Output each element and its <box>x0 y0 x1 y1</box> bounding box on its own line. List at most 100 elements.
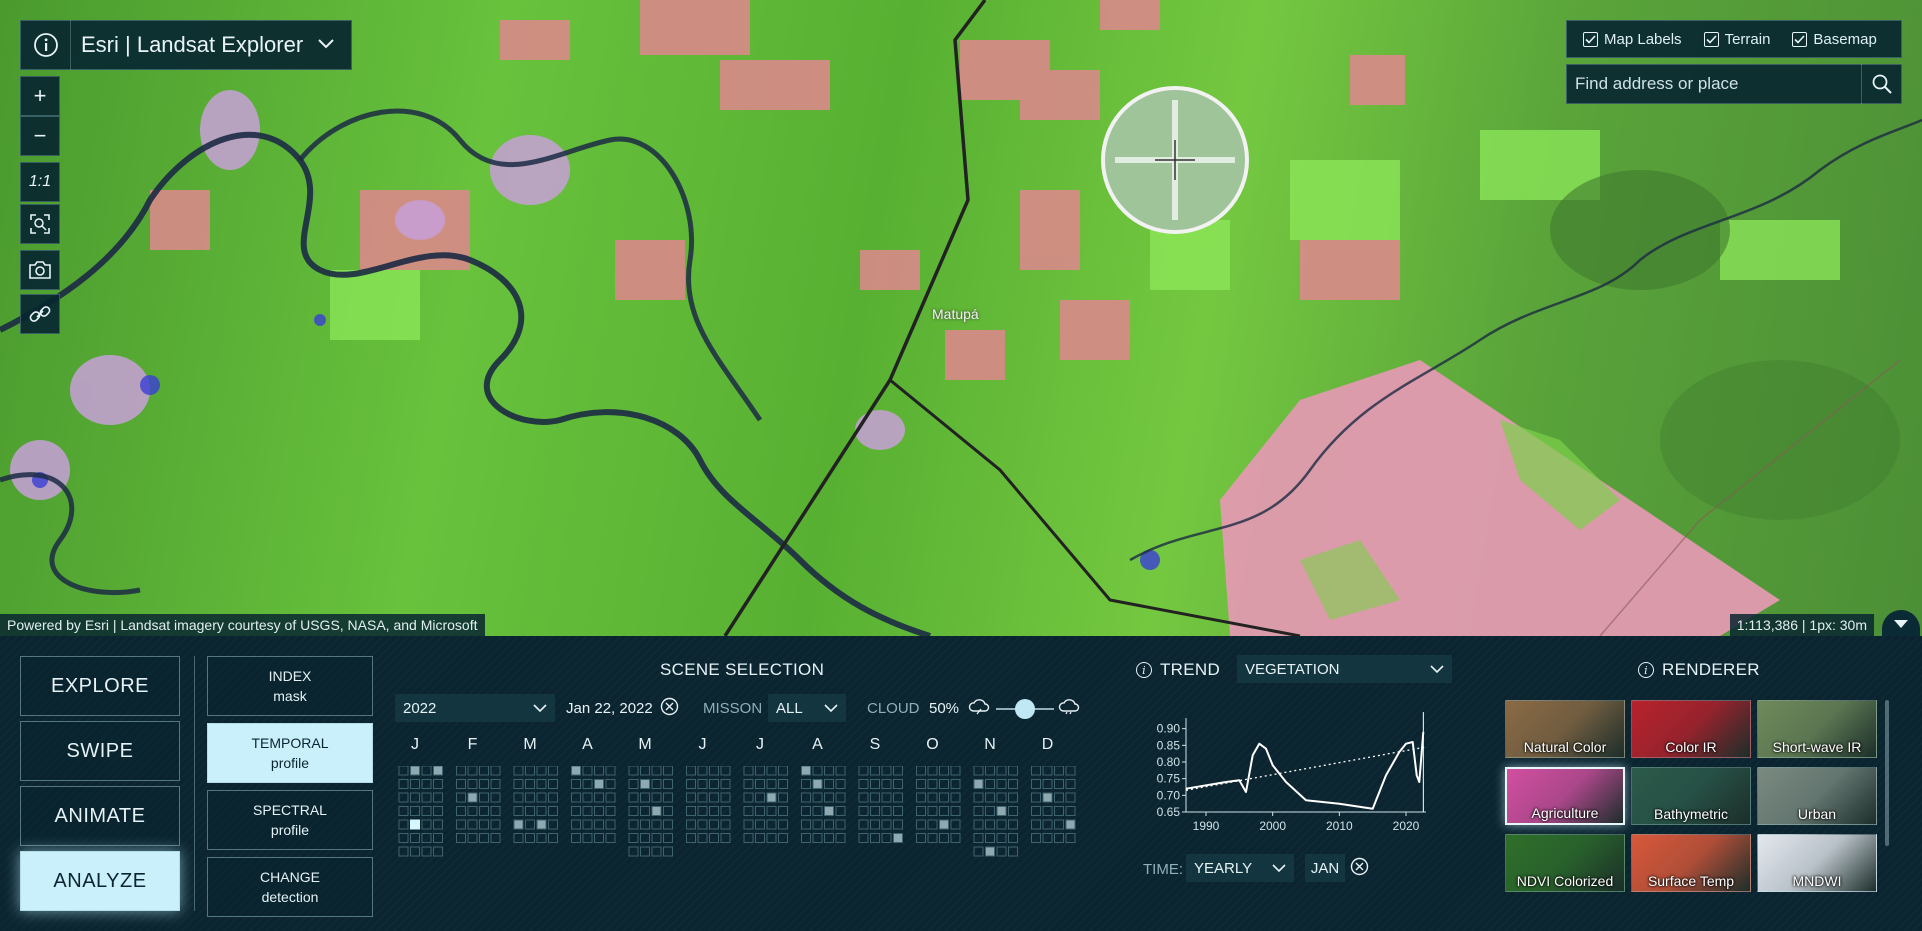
calendar-cell[interactable] <box>778 779 788 789</box>
calendar-cell[interactable] <box>571 833 581 843</box>
calendar-cell[interactable] <box>525 792 535 803</box>
calendar-cell[interactable] <box>1031 792 1041 803</box>
calendar-cell[interactable] <box>628 806 639 816</box>
calendar-cell[interactable] <box>870 779 880 789</box>
calendar-cell[interactable] <box>939 833 949 843</box>
calendar-cell[interactable] <box>985 792 995 803</box>
calendar-cell[interactable] <box>490 792 501 803</box>
calendar-cell[interactable] <box>410 833 420 843</box>
calendar-cell[interactable] <box>697 806 708 816</box>
calendar-cell[interactable] <box>755 766 765 776</box>
calendar-cell[interactable] <box>801 792 811 803</box>
calendar-cell[interactable] <box>490 766 501 776</box>
calendar-cell[interactable] <box>513 779 524 789</box>
calendar-cell[interactable] <box>1008 833 1018 843</box>
calendar-cell[interactable] <box>778 766 788 776</box>
calendar-cell[interactable] <box>398 766 409 776</box>
calendar-cell[interactable] <box>686 806 696 816</box>
calendar-cell[interactable] <box>582 819 593 830</box>
calendar-cell[interactable] <box>709 819 719 830</box>
calendar-cell[interactable] <box>1008 792 1018 803</box>
mode-analyze-button[interactable]: ANALYZE <box>20 851 180 911</box>
calendar-cell[interactable] <box>824 819 834 830</box>
calendar-cell[interactable] <box>513 792 524 803</box>
calendar-cell[interactable] <box>1054 792 1064 803</box>
calendar-cell[interactable] <box>686 833 696 843</box>
calendar-cell[interactable] <box>916 833 926 843</box>
renderer-tile-urban[interactable]: Urban <box>1757 767 1877 825</box>
calendar-cell[interactable] <box>433 766 443 776</box>
calendar-cell[interactable] <box>640 792 650 803</box>
calendar-cell[interactable] <box>467 779 478 789</box>
calendar-cell[interactable] <box>548 833 558 843</box>
index-mask-button[interactable]: INDEX mask <box>207 656 373 716</box>
zoom-in-button[interactable]: + <box>20 76 60 116</box>
calendar-cell[interactable] <box>663 792 673 803</box>
calendar-cell[interactable] <box>1065 819 1076 830</box>
calendar-cell[interactable] <box>398 846 409 857</box>
calendar-cell[interactable] <box>755 792 765 803</box>
calendar-cell[interactable] <box>686 766 696 776</box>
calendar-cell[interactable] <box>939 819 949 830</box>
calendar-cell[interactable] <box>916 779 926 789</box>
calendar-cell[interactable] <box>1042 833 1053 843</box>
calendar-cell[interactable] <box>421 792 432 803</box>
calendar-cell[interactable] <box>893 779 903 789</box>
calendar-cell[interactable] <box>812 806 823 816</box>
calendar-cell[interactable] <box>571 819 581 830</box>
calendar-cell[interactable] <box>1031 819 1041 830</box>
cloud-slider-thumb[interactable] <box>1015 699 1035 719</box>
calendar-cell[interactable] <box>927 766 938 776</box>
change-detection-button[interactable]: CHANGE detection <box>207 857 373 917</box>
calendar-cell[interactable] <box>835 792 846 803</box>
calendar-cell[interactable] <box>663 833 673 843</box>
calendar-cell[interactable] <box>927 819 938 830</box>
calendar-cell[interactable] <box>743 766 754 776</box>
calendar-cell[interactable] <box>824 806 834 816</box>
calendar-cell[interactable] <box>720 806 731 816</box>
calendar-cell[interactable] <box>571 766 581 776</box>
calendar-cell[interactable] <box>1065 833 1076 843</box>
calendar-cell[interactable] <box>421 846 432 857</box>
calendar-cell[interactable] <box>697 833 708 843</box>
calendar-cell[interactable] <box>605 766 616 776</box>
zoom-to-extent-button[interactable] <box>20 204 60 244</box>
calendar-cell[interactable] <box>663 819 673 830</box>
calendar-cell[interactable] <box>628 833 639 843</box>
calendar-cell[interactable] <box>824 779 834 789</box>
calendar-cell[interactable] <box>973 806 984 816</box>
calendar-cell[interactable] <box>456 819 466 830</box>
app-title-bar[interactable]: Esri | Landsat Explorer <box>20 20 352 70</box>
calendar-cell[interactable] <box>1042 766 1053 776</box>
calendar-cell[interactable] <box>755 819 765 830</box>
calendar-cell[interactable] <box>421 819 432 830</box>
calendar-cell[interactable] <box>709 779 719 789</box>
calendar-cell[interactable] <box>651 819 662 830</box>
calendar-cell[interactable] <box>1065 792 1076 803</box>
calendar-cell[interactable] <box>709 792 719 803</box>
calendar-cell[interactable] <box>479 779 489 789</box>
calendar-cell[interactable] <box>858 819 869 830</box>
calendar-cell[interactable] <box>525 806 535 816</box>
renderer-tile-surface-temp[interactable]: Surface Temp <box>1631 834 1751 892</box>
calendar-cell[interactable] <box>467 766 478 776</box>
calendar-cell[interactable] <box>663 779 673 789</box>
calendar-cell[interactable] <box>582 833 593 843</box>
calendar-cell[interactable] <box>433 833 443 843</box>
calendar-cell[interactable] <box>651 779 662 789</box>
calendar-cell[interactable] <box>433 846 443 857</box>
calendar-cell[interactable] <box>893 766 903 776</box>
calendar-cell[interactable] <box>697 766 708 776</box>
renderer-tile-bathymetric[interactable]: Bathymetric <box>1631 767 1751 825</box>
mode-explore-button[interactable]: EXPLORE <box>20 656 180 716</box>
calendar-cell[interactable] <box>456 779 466 789</box>
clear-month-icon[interactable] <box>1350 857 1369 881</box>
calendar-cell[interactable] <box>410 779 420 789</box>
calendar-cell[interactable] <box>801 833 811 843</box>
calendar-cell[interactable] <box>490 833 501 843</box>
calendar-cell[interactable] <box>766 792 777 803</box>
renderer-tile-color-ir[interactable]: Color IR <box>1631 700 1751 758</box>
info-icon[interactable] <box>21 20 71 70</box>
calendar-cell[interactable] <box>893 806 903 816</box>
calendar-cell[interactable] <box>743 792 754 803</box>
